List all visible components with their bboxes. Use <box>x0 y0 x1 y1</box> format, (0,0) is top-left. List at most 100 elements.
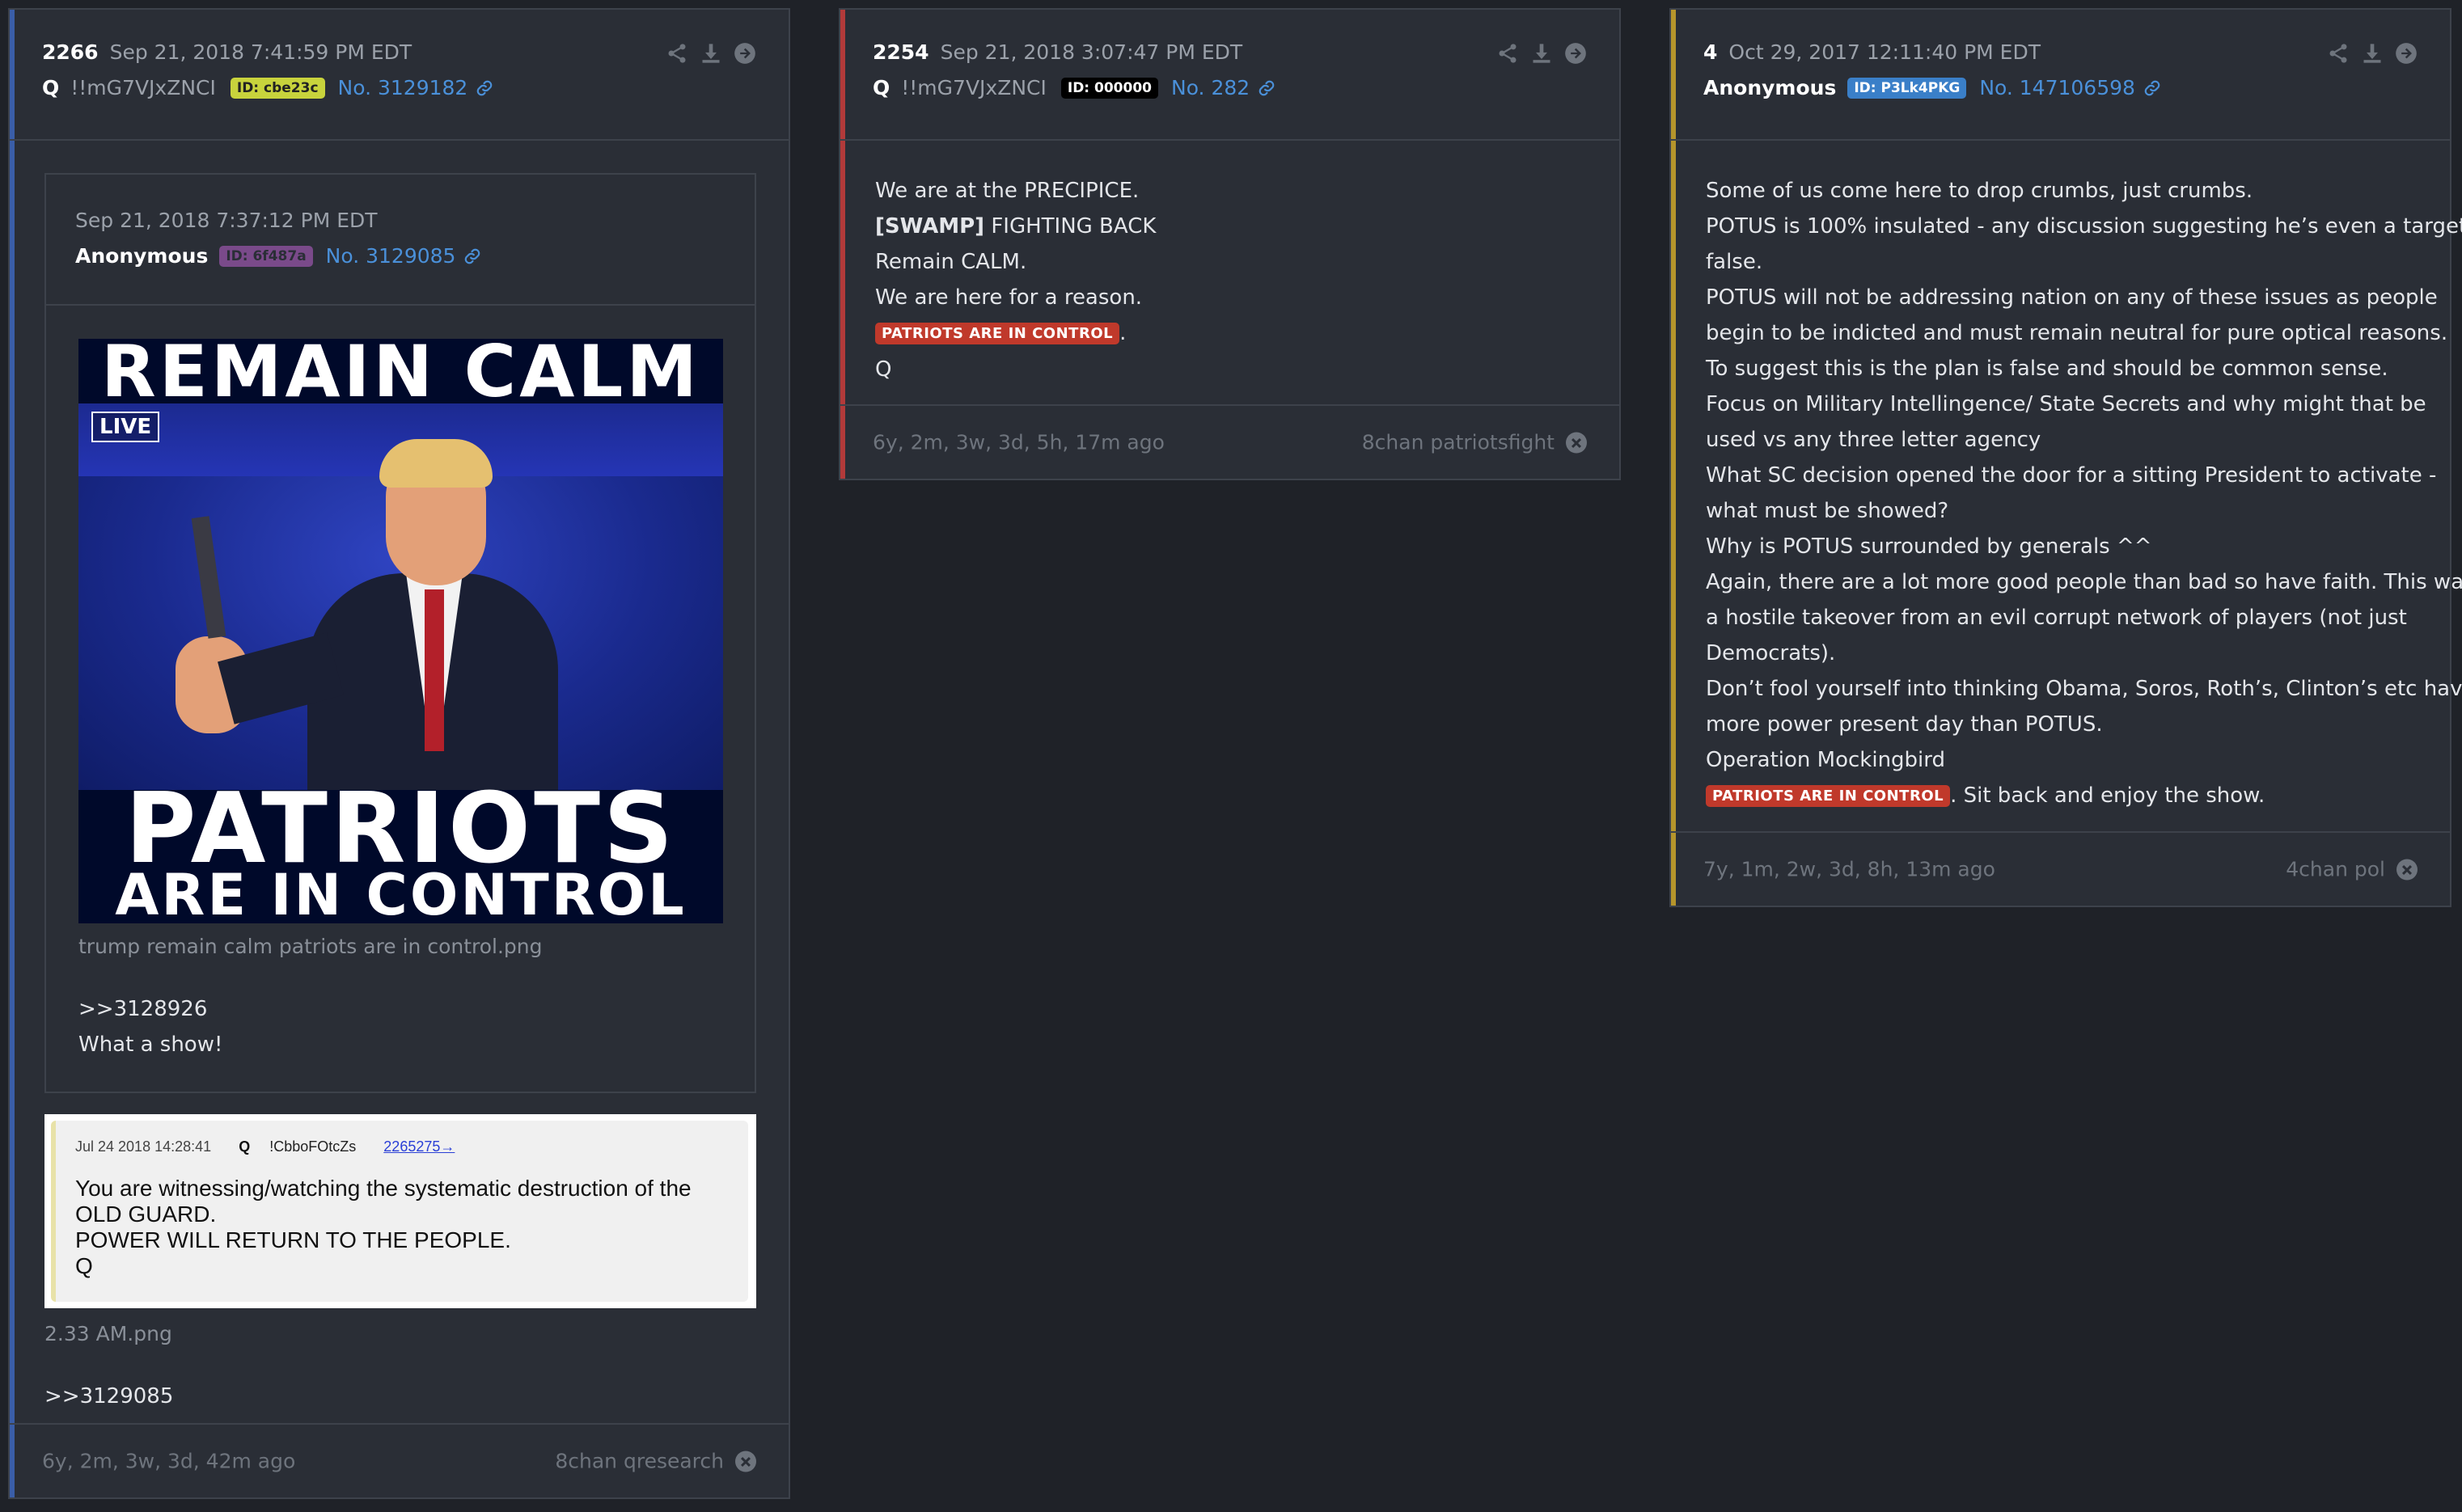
reply-reference[interactable]: >>3128926 <box>78 997 207 1021</box>
screenshot-meta: Jul 24 2018 14:28:41 Q !CbboFOtcZs 22652… <box>75 1138 455 1155</box>
close-circle-icon[interactable] <box>735 1451 756 1472</box>
meme-bottom-text-2: ARE IN CONTROL <box>115 862 687 923</box>
body-line: Q <box>875 357 892 382</box>
screenshot-body: You are witnessing/watching the systemat… <box>75 1176 692 1279</box>
body-line: false. <box>1706 250 1763 274</box>
post-link[interactable]: No. 3129182 <box>338 76 468 99</box>
live-badge: LIVE <box>91 412 160 442</box>
swamp-tag: [SWAMP] <box>875 214 985 239</box>
go-to-icon[interactable] <box>1564 42 1587 65</box>
post-date: Sep 21, 2018 7:41:59 PM EDT <box>109 40 412 64</box>
link-icon[interactable] <box>463 247 481 265</box>
id-badge: ID: cbe23c <box>230 77 325 99</box>
post-author-row: Q !!mG7VJxZNCI ID: cbe23c No. 3129182 <box>42 76 493 99</box>
body-line: Remain CALM. <box>875 250 1027 274</box>
post-meta-row: 2266 Sep 21, 2018 7:41:59 PM EDT <box>42 40 412 64</box>
share-icon[interactable] <box>2327 42 2350 65</box>
post-footer: 7y, 1m, 2w, 3d, 8h, 13m ago 4chan pol <box>1671 831 2450 906</box>
meme-top-text: REMAIN CALM <box>101 339 700 413</box>
source-label: 8chan patriotsfight <box>1361 430 1555 454</box>
screenshot-author: Q <box>239 1138 251 1155</box>
quoted-author: Anonymous <box>75 244 209 268</box>
quoted-post-link[interactable]: No. 3129085 <box>326 244 456 268</box>
post-body: We are at the PRECIPICE. [SWAMP] FIGHTIN… <box>875 173 1156 387</box>
link-icon[interactable] <box>1258 79 1275 97</box>
patriots-in-control-badge: PATRIOTS ARE IN CONTROL <box>875 323 1120 344</box>
body-line: We are at the PRECIPICE. <box>875 179 1140 203</box>
screenshot-date: Jul 24 2018 14:28:41 <box>75 1138 212 1155</box>
body-line: Again, there are a lot more good people … <box>1706 570 2462 594</box>
post-date: Sep 21, 2018 3:07:47 PM EDT <box>940 40 1243 64</box>
close-circle-icon[interactable] <box>2396 859 2418 880</box>
body-line: PATRIOTS ARE IN CONTROL. Sit back and en… <box>1706 778 2434 814</box>
post-footer: 6y, 2m, 3w, 3d, 5h, 17m ago 8chan patrio… <box>840 404 1619 479</box>
post-header: 2266 Sep 21, 2018 7:41:59 PM EDT Q !!mG7V… <box>10 10 789 141</box>
go-to-icon[interactable] <box>734 42 756 65</box>
post-card-2254: 2254 Sep 21, 2018 3:07:47 PM EDT Q !!mG7V… <box>839 8 1621 480</box>
link-icon[interactable] <box>476 79 493 97</box>
body-line: PATRIOTS ARE IN CONTROL. <box>875 315 1156 352</box>
reply-reference[interactable]: >>3129085 <box>44 1384 173 1409</box>
body-line: a hostile takeover from an evil corrupt … <box>1706 606 2407 630</box>
screenshot-image[interactable]: Jul 24 2018 14:28:41 Q !CbboFOtcZs 22652… <box>44 1114 756 1308</box>
post-meta-row: 4 Oct 29, 2017 12:11:40 PM EDT <box>1703 40 2041 64</box>
body-line: Operation Mockingbird <box>1706 748 1946 772</box>
download-icon[interactable] <box>1530 42 1553 65</box>
post-author: Q <box>42 76 60 99</box>
body-line: Don’t fool yourself into thinking Obama,… <box>1706 677 2462 701</box>
share-icon[interactable] <box>1496 42 1519 65</box>
quoted-post: Sep 21, 2018 7:37:12 PM EDT Anonymous ID… <box>44 173 756 1093</box>
post-author-row: Q !!mG7VJxZNCI ID: 000000 No. 282 <box>873 76 1275 99</box>
source-label: 8chan qresearch <box>555 1449 724 1473</box>
screenshot-link: 2265275→ <box>383 1138 455 1155</box>
post-meta-row: 2254 Sep 21, 2018 3:07:47 PM EDT <box>873 40 1242 64</box>
post-age: 7y, 1m, 2w, 3d, 8h, 13m ago <box>1703 857 1995 881</box>
post-link[interactable]: No. 147106598 <box>1979 76 2135 99</box>
post-source: 4chan pol <box>2286 858 2418 881</box>
image-filename: trump remain calm patriots are in contro… <box>78 935 543 958</box>
id-badge: ID: 6f487a <box>219 245 313 267</box>
body-line: begin to be indicted and must remain neu… <box>1706 321 2448 345</box>
post-number: 4 <box>1703 40 1718 64</box>
post-author: Q <box>873 76 890 99</box>
close-circle-icon[interactable] <box>1566 432 1587 453</box>
source-label: 4chan pol <box>2286 857 2385 881</box>
link-icon[interactable] <box>2143 79 2161 97</box>
post-header: 2254 Sep 21, 2018 3:07:47 PM EDT Q !!mG7V… <box>840 10 1619 141</box>
meme-bottom-text-1: PATRIOTS <box>125 773 677 885</box>
go-to-icon[interactable] <box>2395 42 2418 65</box>
post-number: 2254 <box>873 40 929 64</box>
meme-image[interactable]: REMAIN CALM LIVE PATRIOTS ARE IN CONTROL <box>78 339 723 923</box>
body-line: Some of us come here to drop crumbs, jus… <box>1706 179 2253 203</box>
post-age: 6y, 2m, 3w, 3d, 42m ago <box>42 1449 296 1473</box>
post-age: 6y, 2m, 3w, 3d, 5h, 17m ago <box>873 430 1165 454</box>
body-line: POTUS is 100% insulated - any discussion… <box>1706 214 2462 239</box>
post-footer: 6y, 2m, 3w, 3d, 42m ago 8chan qresearch <box>10 1423 789 1497</box>
quoted-text: What a show! <box>78 1033 223 1057</box>
body-line: We are here for a reason. <box>875 285 1143 310</box>
body-line: what must be showed? <box>1706 499 1949 523</box>
body-text-span: . <box>1119 321 1127 345</box>
post-actions <box>2327 42 2418 65</box>
id-badge: ID: P3Lk4PKG <box>1847 77 1967 99</box>
screenshot-line: Q <box>75 1253 93 1278</box>
post-body: Some of us come here to drop crumbs, jus… <box>1706 173 2462 814</box>
body-line: more power present day than POTUS. <box>1706 712 2103 737</box>
patriots-in-control-badge: PATRIOTS ARE IN CONTROL <box>1706 785 1951 807</box>
quoted-header: Sep 21, 2018 7:37:12 PM EDT Anonymous ID… <box>46 175 755 306</box>
post-actions <box>666 42 756 65</box>
post-link[interactable]: No. 282 <box>1171 76 1250 99</box>
share-icon[interactable] <box>666 42 688 65</box>
post-source: 8chan qresearch <box>555 1450 756 1473</box>
download-icon[interactable] <box>2361 42 2384 65</box>
screenshot-line: OLD GUARD. <box>75 1202 217 1227</box>
post-tripcode: !!mG7VJxZNCI <box>901 76 1047 99</box>
post-card-2266: 2266 Sep 21, 2018 7:41:59 PM EDT Q !!mG7V… <box>8 8 790 1499</box>
quoted-author-row: Anonymous ID: 6f487a No. 3129085 <box>75 244 481 268</box>
post-date: Oct 29, 2017 12:11:40 PM EDT <box>1728 40 2041 64</box>
body-line: [SWAMP] FIGHTING BACK <box>875 209 1156 244</box>
post-card-4: 4 Oct 29, 2017 12:11:40 PM EDT Anonymous … <box>1669 8 2462 907</box>
post-header: 4 Oct 29, 2017 12:11:40 PM EDT Anonymous … <box>1671 10 2450 141</box>
body-line: Focus on Military Intellingence/ State S… <box>1706 392 2426 416</box>
download-icon[interactable] <box>700 42 722 65</box>
